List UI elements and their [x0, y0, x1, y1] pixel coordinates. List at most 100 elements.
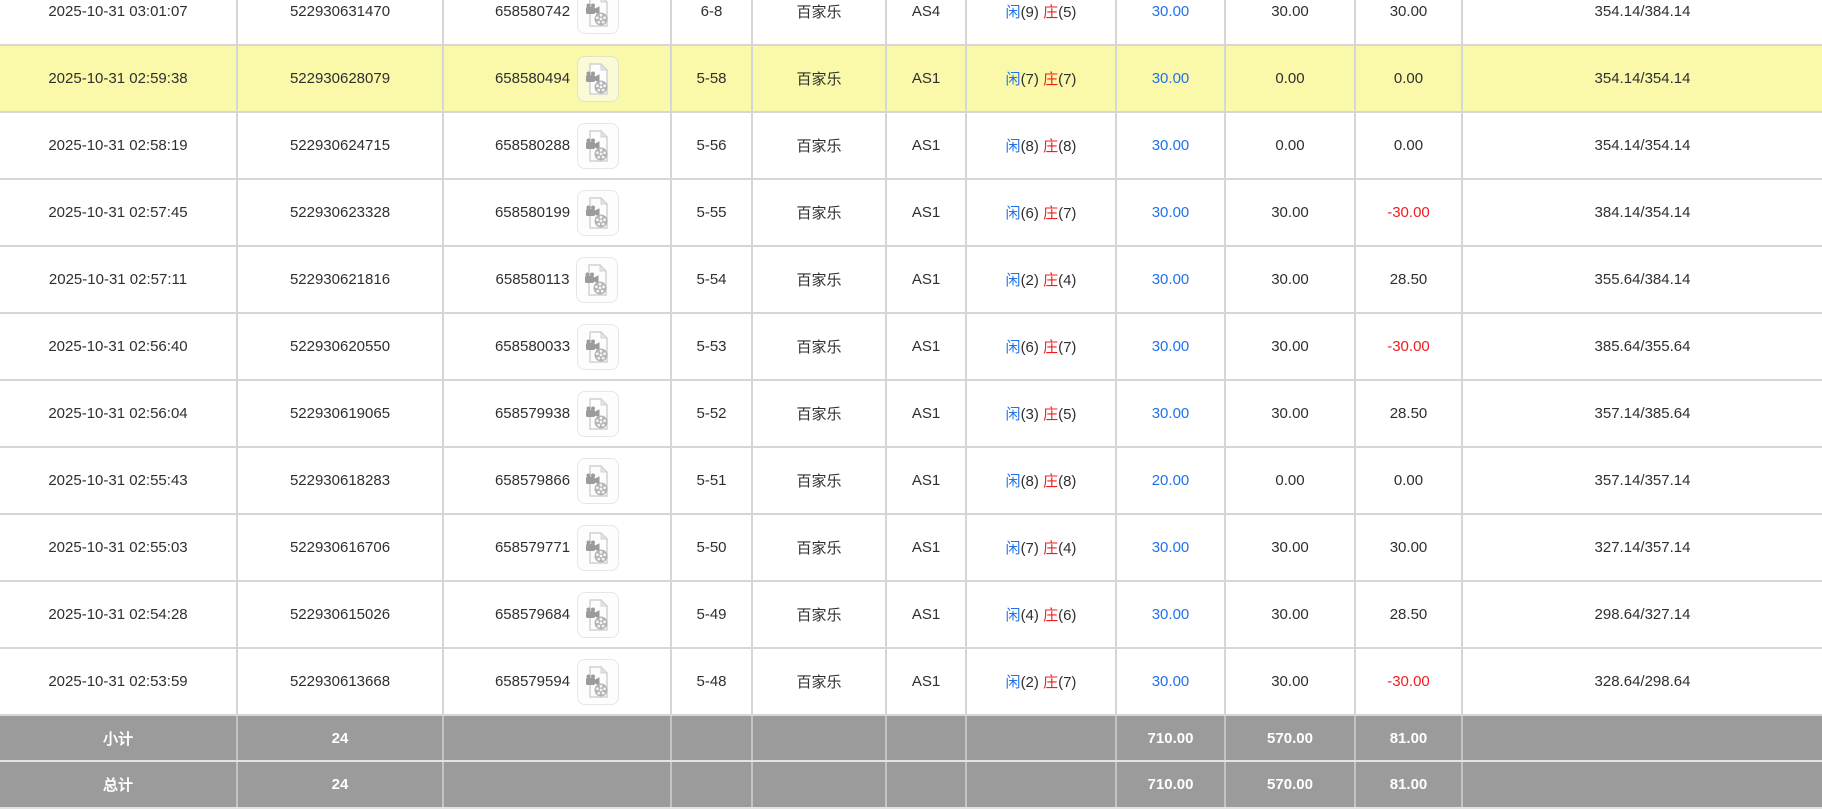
banker-result-label: 庄	[1043, 540, 1059, 557]
banker-result-label: 庄	[1043, 205, 1059, 222]
footer-empty-cell	[671, 715, 753, 762]
video-replay-button[interactable]	[577, 0, 620, 34]
game-id-cell: 658580288	[443, 112, 672, 180]
video-replay-icon	[586, 397, 609, 430]
balance-cell: 354.14/384.14	[1462, 0, 1822, 46]
game-type-cell: 百家乐	[752, 313, 887, 381]
video-replay-icon	[586, 62, 609, 95]
total-label: 总计	[0, 761, 238, 809]
game-type-cell: 百家乐	[752, 514, 887, 582]
video-replay-button[interactable]	[577, 658, 620, 705]
video-replay-button[interactable]	[577, 591, 620, 638]
bet-amount-cell[interactable]: 30.00	[1116, 112, 1226, 180]
bet-id-cell: 522930615026	[237, 581, 444, 649]
game-id-value: 658580033	[494, 338, 571, 355]
footer-empty-cell	[966, 715, 1117, 762]
video-replay-button[interactable]	[577, 390, 620, 437]
bet-amount-cell[interactable]: 30.00	[1116, 313, 1226, 381]
player-result-label: 闲	[1005, 339, 1021, 356]
player-result-label: 闲	[1005, 607, 1021, 624]
table-row[interactable]: 2025-10-31 02:58:19 522930624715 6585802…	[0, 112, 1822, 180]
player-result-score: (2)	[1020, 272, 1039, 289]
balance-cell: 354.14/354.14	[1462, 45, 1822, 113]
player-result-label: 闲	[1005, 473, 1021, 490]
footer-empty-cell	[1462, 761, 1822, 809]
table-row[interactable]: 2025-10-31 02:57:11 522930621816 6585801…	[0, 246, 1822, 314]
bet-amount-cell[interactable]: 30.00	[1116, 45, 1226, 113]
video-replay-button[interactable]	[577, 323, 620, 370]
player-result-score: (6)	[1020, 339, 1039, 356]
game-id-cell: 658580742	[443, 0, 672, 46]
game-id-cell: 658579594	[443, 648, 672, 716]
time-cell: 2025-10-31 02:55:03	[0, 514, 238, 582]
banker-result-label: 庄	[1043, 607, 1059, 624]
table-row[interactable]: 2025-10-31 02:53:59 522930613668 6585795…	[0, 648, 1822, 716]
valid-amount-cell: 30.00	[1225, 179, 1356, 247]
game-id-value: 658579771	[494, 539, 571, 556]
bet-amount-cell[interactable]: 30.00	[1116, 246, 1226, 314]
winloss-cell: -30.00	[1355, 179, 1463, 247]
banker-result-label: 庄	[1043, 272, 1059, 289]
footer-empty-cell	[966, 761, 1117, 809]
footer-empty-cell	[752, 715, 887, 762]
table-row[interactable]: 2025-10-31 02:56:40 522930620550 6585800…	[0, 313, 1822, 381]
table-name-cell: AS1	[886, 45, 967, 113]
result-cell: 闲(8) 庄(8)	[966, 112, 1117, 180]
video-replay-button[interactable]	[577, 189, 620, 236]
bet-amount-cell[interactable]: 20.00	[1116, 447, 1226, 515]
winloss-cell: 28.50	[1355, 246, 1463, 314]
table-row[interactable]: 2025-10-31 02:57:45 522930623328 6585801…	[0, 179, 1822, 247]
table-row[interactable]: 2025-10-31 03:01:07 522930631470 6585807…	[0, 0, 1822, 46]
banker-result-label: 庄	[1043, 138, 1059, 155]
video-replay-button[interactable]	[577, 122, 620, 169]
subtotal-row: 小计 24 710.00 570.00 81.00	[0, 715, 1822, 762]
player-result-label: 闲	[1005, 272, 1021, 289]
valid-amount-cell: 30.00	[1225, 648, 1356, 716]
player-result-score: (8)	[1020, 138, 1039, 155]
game-type-cell: 百家乐	[752, 0, 887, 46]
footer-empty-cell	[443, 761, 672, 809]
bet-amount-cell[interactable]: 30.00	[1116, 514, 1226, 582]
time-cell: 2025-10-31 02:56:40	[0, 313, 238, 381]
video-replay-button[interactable]	[577, 524, 620, 571]
footer-empty-cell	[1462, 715, 1822, 762]
bet-id-cell: 522930616706	[237, 514, 444, 582]
table-row[interactable]: 2025-10-31 02:55:03 522930616706 6585797…	[0, 514, 1822, 582]
bet-amount-cell[interactable]: 30.00	[1116, 648, 1226, 716]
time-cell: 2025-10-31 02:58:19	[0, 112, 238, 180]
result-cell: 闲(2) 庄(7)	[966, 648, 1117, 716]
video-replay-button[interactable]	[576, 256, 619, 303]
table-name-cell: AS1	[886, 112, 967, 180]
bet-amount-cell[interactable]: 30.00	[1116, 179, 1226, 247]
game-type-cell: 百家乐	[752, 447, 887, 515]
bet-id-cell: 522930618283	[237, 447, 444, 515]
bet-id-cell: 522930621816	[237, 246, 444, 314]
video-replay-icon	[586, 531, 609, 564]
bet-amount-cell[interactable]: 30.00	[1116, 581, 1226, 649]
banker-result-label: 庄	[1043, 339, 1059, 356]
game-id-value: 658579594	[494, 673, 571, 690]
player-result-score: (9)	[1020, 3, 1039, 21]
game-id-value: 658579938	[494, 405, 571, 422]
table-name-cell: AS1	[886, 380, 967, 448]
game-id-value: 658579684	[494, 606, 571, 623]
table-row[interactable]: 2025-10-31 02:54:28 522930615026 6585796…	[0, 581, 1822, 649]
video-replay-icon	[586, 196, 609, 229]
subtotal-bet-total: 710.00	[1116, 715, 1226, 762]
round-cell: 5-51	[671, 447, 753, 515]
table-row[interactable]: 2025-10-31 02:59:38 522930628079 6585804…	[0, 45, 1822, 113]
table-row[interactable]: 2025-10-31 02:56:04 522930619065 6585799…	[0, 380, 1822, 448]
video-replay-icon	[586, 129, 609, 162]
video-replay-button[interactable]	[577, 55, 620, 102]
result-cell: 闲(7) 庄(7)	[966, 45, 1117, 113]
video-replay-button[interactable]	[577, 457, 620, 504]
game-id-cell: 658579938	[443, 380, 672, 448]
video-replay-icon	[585, 263, 608, 296]
table-row[interactable]: 2025-10-31 02:55:43 522930618283 6585798…	[0, 447, 1822, 515]
time-cell: 2025-10-31 02:54:28	[0, 581, 238, 649]
bet-amount-cell[interactable]: 30.00	[1116, 380, 1226, 448]
time-cell: 2025-10-31 02:57:45	[0, 179, 238, 247]
bet-amount-cell[interactable]: 30.00	[1116, 0, 1226, 46]
subtotal-count: 24	[237, 715, 444, 762]
balance-cell: 357.14/357.14	[1462, 447, 1822, 515]
